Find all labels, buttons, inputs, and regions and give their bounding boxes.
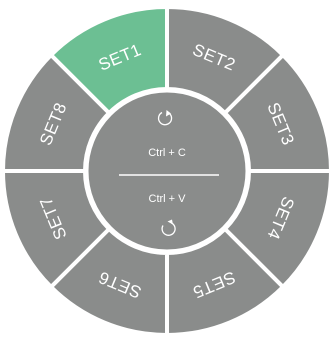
wheel-canvas: SET1 SET2SET3SET4SET5SET6SET7SET8 Ctrl + … <box>0 4 334 338</box>
paste-label: Ctrl + V <box>149 193 187 205</box>
set-selector-wheel: SET1 SET2 SET3 SET4 SET5 SET6 SET7 SET8 Ctrl + … <box>0 0 334 340</box>
copy-label: Ctrl + C <box>148 147 186 159</box>
center-hub: Ctrl + C Ctrl + V <box>85 89 249 253</box>
